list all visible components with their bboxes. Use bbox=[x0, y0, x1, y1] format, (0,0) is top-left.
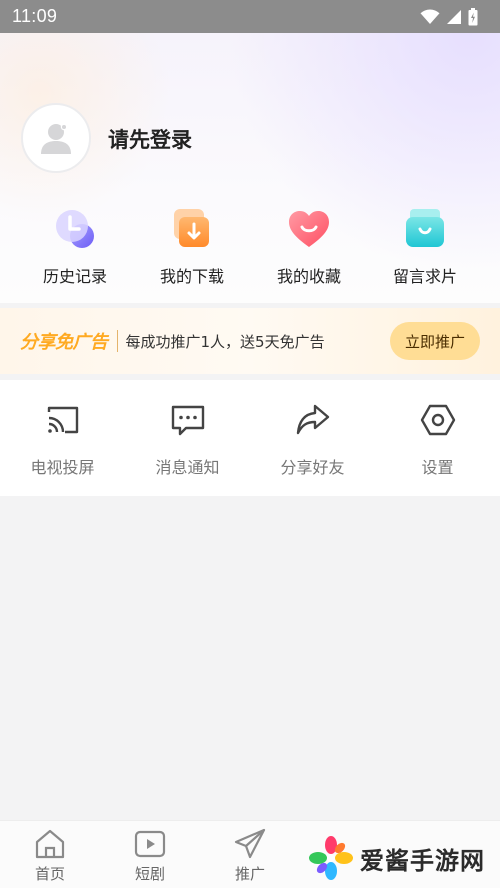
paper-plane-icon bbox=[234, 828, 266, 859]
tool-settings[interactable]: 设置 bbox=[375, 402, 500, 478]
tool-label: 分享好友 bbox=[280, 458, 345, 477]
user-avatar-icon bbox=[41, 123, 71, 154]
promo-banner[interactable]: 分享免广告 每成功推广1人，送5天免广告 立即推广 bbox=[0, 308, 500, 374]
tab-label: 短剧 bbox=[134, 865, 165, 883]
home-icon bbox=[35, 829, 65, 859]
quick-action-label: 我的下载 bbox=[159, 267, 224, 286]
tool-label: 电视投屏 bbox=[30, 458, 95, 477]
quick-action-label: 历史记录 bbox=[42, 267, 107, 286]
quick-action-request[interactable]: 留言求片 bbox=[370, 205, 480, 287]
tool-label: 设置 bbox=[421, 458, 454, 477]
quick-action-favorites[interactable]: 我的收藏 bbox=[254, 205, 364, 287]
tools-panel: 电视投屏 消息通知 分享好友 设置 bbox=[0, 380, 500, 496]
cast-icon bbox=[47, 406, 78, 434]
quick-action-label: 我的收藏 bbox=[276, 267, 341, 286]
tab-home[interactable]: 首页 bbox=[10, 827, 90, 884]
pinwheel-logo-icon bbox=[309, 836, 353, 880]
status-time: 11:09 bbox=[12, 6, 58, 26]
settings-hexagon-icon bbox=[420, 404, 455, 436]
login-prompt[interactable]: 请先登录 bbox=[108, 124, 192, 154]
play-icon bbox=[134, 830, 166, 858]
watermark-text: 爱酱手游网 bbox=[360, 846, 485, 875]
tool-share-friends[interactable]: 分享好友 bbox=[250, 402, 375, 478]
tab-label: 首页 bbox=[34, 865, 65, 883]
tool-notifications[interactable]: 消息通知 bbox=[125, 402, 250, 478]
avatar[interactable] bbox=[21, 103, 91, 173]
share-icon bbox=[296, 404, 329, 435]
history-icon bbox=[56, 210, 94, 248]
quick-action-download[interactable]: 我的下载 bbox=[137, 205, 247, 287]
tab-promote[interactable]: 推广 bbox=[210, 827, 290, 884]
promo-divider bbox=[116, 330, 118, 352]
battery-icon bbox=[468, 7, 478, 25]
quick-actions: 历史记录 我的下载 我的收藏 留言求片 bbox=[0, 205, 500, 295]
watermark: 爱酱手游网 bbox=[308, 828, 500, 888]
tool-label: 消息通知 bbox=[155, 458, 220, 477]
tab-label: 推广 bbox=[234, 865, 265, 883]
quick-action-label: 留言求片 bbox=[392, 267, 457, 286]
status-bar: 11:09 bbox=[0, 0, 500, 33]
wifi-icon bbox=[420, 8, 440, 24]
promote-now-button[interactable]: 立即推广 bbox=[390, 322, 480, 360]
message-request-icon bbox=[406, 209, 444, 247]
promo-brand: 分享免广告 bbox=[20, 332, 108, 353]
download-icon bbox=[174, 209, 209, 247]
favorite-heart-icon bbox=[289, 211, 329, 247]
tool-tv-cast[interactable]: 电视投屏 bbox=[0, 402, 125, 478]
message-icon bbox=[171, 405, 204, 436]
quick-action-history[interactable]: 历史记录 bbox=[20, 205, 130, 287]
cellular-signal-icon bbox=[447, 9, 461, 24]
status-icons bbox=[420, 7, 478, 26]
promo-description: 每成功推广1人，送5天免广告 bbox=[125, 332, 325, 351]
tab-short-drama[interactable]: 短剧 bbox=[110, 827, 190, 884]
